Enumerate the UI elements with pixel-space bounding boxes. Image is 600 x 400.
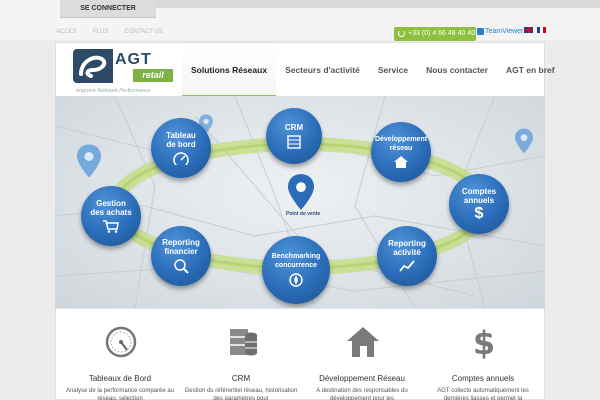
point-de-vente-label: Point de vente <box>286 211 321 217</box>
bubble-label: financier <box>164 247 198 256</box>
house-icon <box>347 327 379 357</box>
bubble-reporting-financier[interactable]: Reporting financier <box>151 226 211 286</box>
bubble-label: réseau <box>389 145 413 152</box>
login-button[interactable]: SE CONNECTER <box>60 0 156 18</box>
bubble-reporting-activite[interactable]: Reporting activité <box>377 226 437 286</box>
top-links: ACCES PLUS CONTACT US <box>56 29 163 35</box>
teamviewer-link[interactable]: TeamViewer <box>477 27 523 37</box>
english-flag-icon[interactable] <box>524 27 533 33</box>
phone-icon <box>398 30 405 37</box>
site-header: AGT retail Improve Network Performance S… <box>55 42 555 97</box>
phone-number: +33 (0) 4 66 48 40 40 <box>408 30 476 37</box>
bubble-label: Gestion <box>96 199 126 208</box>
bubble-label: Reporting <box>162 238 200 247</box>
map-pin-icon <box>77 144 101 178</box>
feature-title: Comptes annuels <box>451 374 515 383</box>
teamviewer-label: TeamViewer <box>485 28 524 35</box>
hero-banner: Point de vente Tableau de bord CRM Dével… <box>55 96 545 308</box>
bubble-label: Développement <box>374 136 428 143</box>
nav-secteurs-activite[interactable]: Secteurs d'activité <box>276 43 369 97</box>
trend-chart-icon <box>399 260 415 272</box>
nav-nous-contacter[interactable]: Nous contacter <box>417 43 497 97</box>
feature-comptes-annuels[interactable]: $ Comptes annuels AGT collecte automatiq… <box>422 309 544 400</box>
bubble-label: Comptes <box>461 186 497 196</box>
feature-title: CRM <box>231 374 251 383</box>
bubble-label: Benchmarking <box>271 253 321 260</box>
gauge-icon <box>173 152 189 165</box>
house-icon <box>394 156 408 168</box>
bubble-tableau-de-bord[interactable]: Tableau de bord <box>151 118 211 178</box>
bubble-label: Tableau <box>166 131 196 140</box>
feature-description: A destination des responsables du dévelo… <box>316 388 408 400</box>
database-icon <box>287 134 301 149</box>
nav-service[interactable]: Service <box>369 43 417 97</box>
feature-crm[interactable]: CRM Gestion du référentiel réseau, histo… <box>180 309 302 400</box>
bubble-developpement-reseau[interactable]: Développement réseau <box>371 122 431 182</box>
features-section: Tableaux de Bord Analyse de la performan… <box>55 308 545 400</box>
bubble-benchmarking-concurrence[interactable]: Benchmarking concurrence <box>262 236 330 304</box>
database-icon <box>230 329 257 356</box>
phone-button[interactable]: +33 (0) 4 66 48 40 40 <box>394 27 476 41</box>
bubble-label: annuels <box>463 195 495 205</box>
feature-description: Analyse de la performance comparée au ré… <box>65 388 175 400</box>
nav-agt-en-bref[interactable]: AGT en bref <box>497 43 564 97</box>
bubble-label: des achats <box>90 208 132 217</box>
cart-icon <box>103 220 119 233</box>
dollar-icon: $ <box>474 204 484 222</box>
tagline: Improve Network Performance <box>76 88 151 94</box>
feature-title: Tableaux de Bord <box>88 374 152 383</box>
logo-retail-text: retail <box>133 69 173 82</box>
teamviewer-icon <box>477 28 484 35</box>
compass-icon <box>289 273 303 287</box>
logo-agt-text: AGT <box>115 51 152 68</box>
feature-tableaux-de-bord[interactable]: Tableaux de Bord Analyse de la performan… <box>59 309 181 400</box>
magnifier-icon <box>174 259 189 274</box>
nav-solutions-reseaux[interactable]: Solutions Réseaux <box>182 43 277 97</box>
gauge-icon <box>105 326 137 358</box>
french-flag-icon[interactable] <box>537 27 546 33</box>
bubble-label: concurrence <box>274 262 318 269</box>
bubble-label: activité <box>393 248 421 257</box>
main-nav: Solutions Réseaux Secteurs d'activité Se… <box>182 43 564 97</box>
top-link-plus[interactable]: PLUS <box>93 29 109 35</box>
bubble-label: Reporting <box>388 239 426 248</box>
agt-retail-logo[interactable]: AGT retail <box>73 49 173 83</box>
bubble-crm[interactable]: CRM <box>266 108 322 164</box>
feature-developpement-reseau[interactable]: Développement Réseau A destination des r… <box>301 309 423 400</box>
feature-description: Gestion du référentiel réseau, historisa… <box>184 388 298 400</box>
dollar-icon: $ <box>473 325 495 359</box>
bubble-gestion-des-achats[interactable]: Gestion des achats <box>81 186 141 246</box>
top-link-contact[interactable]: CONTACT US <box>124 29 162 35</box>
bubble-comptes-annuels[interactable]: Comptes annuels $ <box>449 174 509 234</box>
top-bar: SE CONNECTER ACCES PLUS CONTACT US +33 (… <box>0 0 600 41</box>
feature-description: AGT collecte automatiquement les dernièr… <box>437 388 529 400</box>
top-link-acces[interactable]: ACCES <box>56 29 77 35</box>
logo-mark-icon <box>73 49 113 83</box>
map-pin-icon <box>515 128 533 154</box>
feature-title: Développement Réseau <box>319 374 405 383</box>
center-pin-icon <box>288 174 314 210</box>
bubble-label: CRM <box>284 122 304 132</box>
bubble-label: de bord <box>166 140 196 149</box>
svg-text:$: $ <box>473 325 495 359</box>
